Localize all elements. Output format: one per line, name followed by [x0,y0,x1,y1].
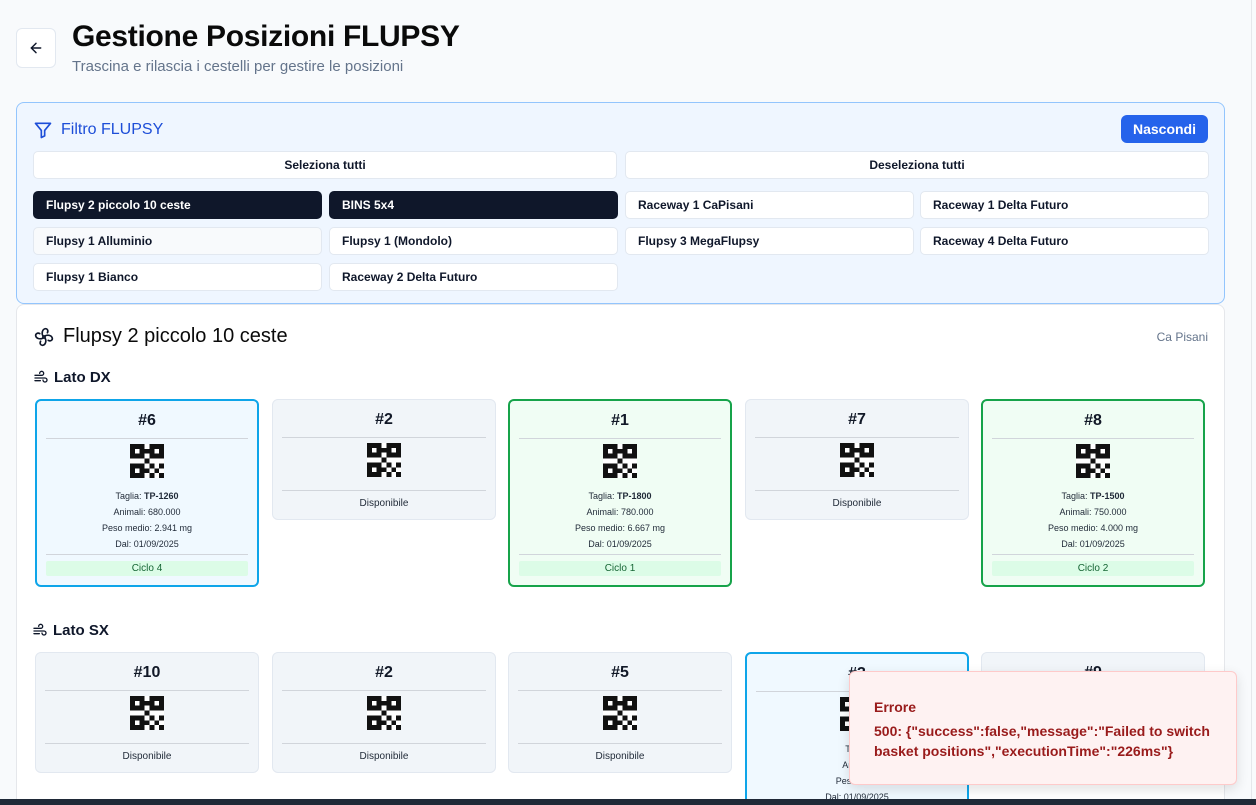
basket-animals: Animali: 780.000 [586,507,654,517]
basket-number: #1 [611,412,629,429]
wind-icon [34,370,48,383]
side-label-dx: Lato DX [54,369,111,386]
qr-code-icon [603,444,637,478]
basket-animals: Animali: 750.000 [1059,507,1127,517]
basket-size: Taglia: TP-1260 [115,491,179,501]
wind-icon [33,623,47,636]
flupsy-header: Flupsy 2 piccolo 10 ceste [33,325,288,348]
flupsy-chip[interactable]: Raceway 4 Delta Futuro [920,227,1209,255]
back-button[interactable] [16,28,56,68]
basket-animals: Animali: 680.000 [113,507,181,517]
basket-size: Taglia: TP-1500 [1061,491,1125,501]
basket-card[interactable]: #8 Taglia: TP-1500 Animali: 750.000 Peso… [981,399,1205,587]
flupsy-chip[interactable]: Flupsy 1 Bianco [33,263,322,291]
page-subtitle: Trascina e rilascia i cestelli per gesti… [72,58,404,75]
side-label-sx: Lato SX [53,622,109,639]
side-header-dx: Lato DX [33,369,111,386]
flupsy-location: Ca Pisani [1156,330,1208,344]
basket-weight: Peso medio: 6.667 mg [574,523,666,533]
deselect-all-button[interactable]: Deseleziona tutti [625,151,1209,179]
basket-card[interactable]: #10 Disponibile [35,652,259,773]
cycle-badge: Ciclo 4 [46,561,248,576]
basket-card[interactable]: #7 Disponibile [745,399,969,520]
basket-card[interactable]: #6 Taglia: TP-1260 Animali: 680.000 Peso… [35,399,259,587]
qr-code-icon [367,443,401,477]
flupsy-chip[interactable]: Flupsy 2 piccolo 10 ceste [33,191,322,219]
basket-card[interactable]: #1 Taglia: TP-1800 Animali: 780.000 Peso… [508,399,732,587]
flupsy-chip[interactable]: Raceway 1 CaPisani [625,191,914,219]
basket-date: Dal: 01/09/2025 [588,539,652,549]
cycle-badge: Ciclo 2 [992,561,1194,576]
flupsy-chip[interactable]: Flupsy 1 Alluminio [33,227,322,255]
basket-status: Disponibile [832,498,882,509]
scrollbar-track[interactable] [1251,0,1256,805]
basket-date: Dal: 01/09/2025 [115,539,179,549]
select-all-button[interactable]: Seleziona tutti [33,151,617,179]
arrow-left-icon [30,42,42,54]
qr-code-icon [367,696,401,730]
taskbar [0,799,1256,805]
qr-code-icon [1076,444,1110,478]
toast-title: Errore [874,699,917,715]
basket-weight: Peso medio: 2.941 mg [101,523,193,533]
flupsy-chip[interactable]: Flupsy 1 (Mondolo) [329,227,618,255]
basket-number: #7 [848,411,866,428]
flupsy-chip[interactable]: Raceway 1 Delta Futuro [920,191,1209,219]
basket-number: #10 [133,664,161,681]
flupsy-chip[interactable]: Flupsy 3 MegaFlupsy [625,227,914,255]
flupsy-name: Flupsy 2 piccolo 10 ceste [63,325,288,347]
basket-status: Disponibile [359,498,409,509]
flupsy-chip[interactable]: BINS 5x4 [329,191,618,219]
fan-icon [34,327,54,346]
basket-number: #8 [1084,412,1102,429]
basket-card[interactable]: #5 Disponibile [508,652,732,773]
side-header-sx: Lato SX [32,622,109,639]
qr-code-icon [603,696,637,730]
flupsy-filter-panel: Filtro FLUPSY Nascondi Seleziona tutti D… [16,102,1225,304]
toast-message: 500: {"success":false,"message":"Failed … [874,723,1210,759]
filter-title: Filtro FLUPSY [61,121,164,138]
basket-status: Disponibile [595,751,645,762]
page-title: Gestione Posizioni FLUPSY [72,20,460,53]
basket-status: Disponibile [359,751,409,762]
qr-code-icon [130,444,164,478]
qr-code-icon [130,696,164,730]
cycle-badge: Ciclo 1 [519,561,721,576]
filter-header: Filtro FLUPSY [33,120,163,140]
basket-number: #2 [375,411,393,428]
basket-card[interactable]: #2 Disponibile [272,652,496,773]
qr-code-icon [840,443,874,477]
filter-icon [34,122,52,139]
basket-card[interactable]: #2 Disponibile [272,399,496,520]
basket-number: #5 [611,664,629,681]
basket-status: Disponibile [122,751,172,762]
basket-number: #6 [138,412,156,429]
basket-date: Dal: 01/09/2025 [1061,539,1125,549]
basket-number: #2 [375,664,393,681]
flupsy-chip[interactable]: Raceway 2 Delta Futuro [329,263,618,291]
hide-filter-button[interactable]: Nascondi [1120,115,1208,143]
basket-size: Taglia: TP-1800 [588,491,652,501]
basket-weight: Peso medio: 4.000 mg [1047,523,1139,533]
error-toast[interactable]: Errore 500: {"success":false,"message":"… [849,671,1237,785]
